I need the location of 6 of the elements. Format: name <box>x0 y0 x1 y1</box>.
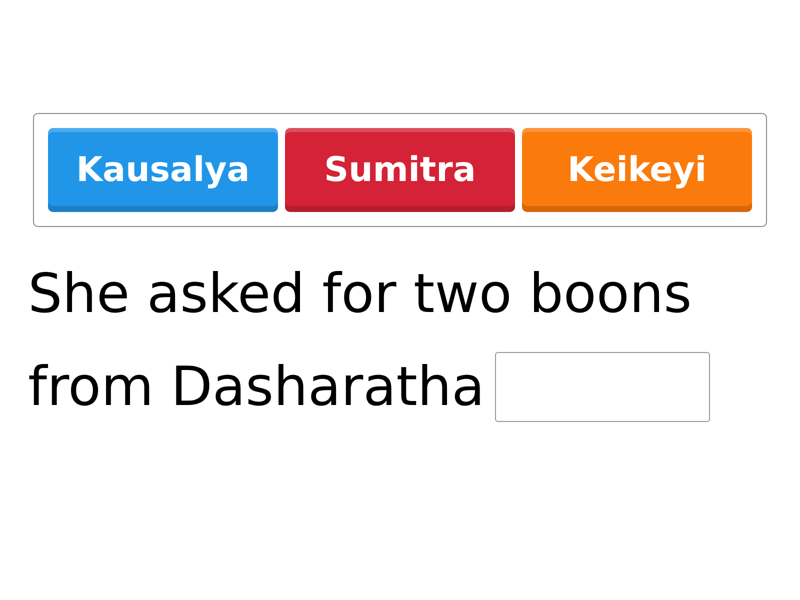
answer-option[interactable]: Kausalya <box>48 128 278 212</box>
question-text: She asked for two boons <box>28 260 692 326</box>
answer-box[interactable] <box>494 352 710 422</box>
answer-option[interactable]: Keikeyi <box>522 128 752 212</box>
answer-option[interactable]: Sumitra <box>285 128 515 212</box>
question-text: from Dasharatha <box>28 354 485 420</box>
